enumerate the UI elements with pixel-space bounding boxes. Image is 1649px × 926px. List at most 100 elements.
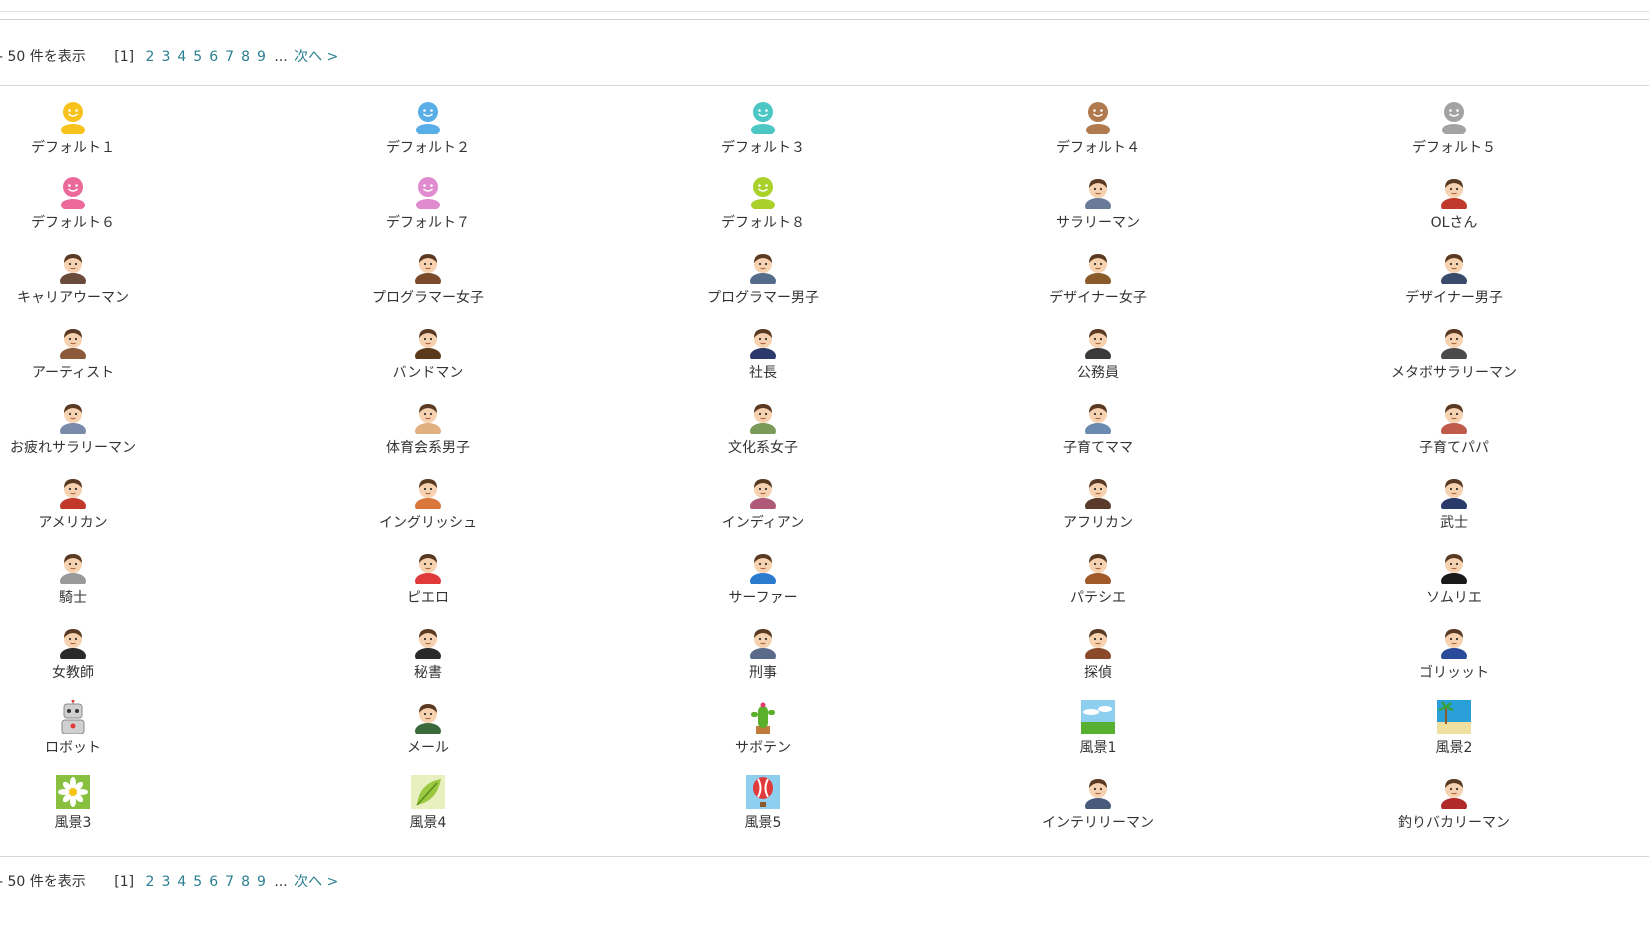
avatar-option[interactable]: ピエロ xyxy=(328,550,528,624)
avatar-option[interactable]: アーティスト xyxy=(0,325,173,399)
avatar-label: インディアン xyxy=(721,515,805,531)
detective-cop-icon xyxy=(663,625,863,659)
avatar-option[interactable]: 風景1 xyxy=(998,700,1198,774)
avatar-option[interactable]: 女教師 xyxy=(0,625,173,699)
page-link[interactable]: 2 xyxy=(146,871,155,893)
page-ellipsis: ... xyxy=(274,49,288,65)
avatar-label: 子育てパパ xyxy=(1419,440,1489,456)
page-link[interactable]: 2 xyxy=(146,46,155,68)
avatar-option[interactable]: 探偵 xyxy=(998,625,1198,699)
avatar-option[interactable]: インディアン xyxy=(663,475,863,549)
avatar-label: 騎士 xyxy=(59,590,87,606)
page-link[interactable]: 4 xyxy=(177,871,186,893)
avatar-option[interactable]: プログラマー男子 xyxy=(663,250,863,324)
avatar-option[interactable]: サラリーマン xyxy=(998,175,1198,249)
avatar-option[interactable]: メール xyxy=(328,700,528,774)
avatar-option[interactable]: デフォルト７ xyxy=(328,175,528,249)
smiley-teal-icon xyxy=(663,100,863,134)
avatar-label: サボテン xyxy=(735,740,791,756)
page-link[interactable]: 9 xyxy=(257,871,266,893)
avatar-option[interactable]: お疲れサラリーマン xyxy=(0,400,173,474)
next-page-link[interactable]: 次へ > xyxy=(294,874,338,890)
page-link[interactable]: 6 xyxy=(209,871,218,893)
sommelier-icon xyxy=(1354,550,1554,584)
avatar-label: アメリカン xyxy=(38,515,108,531)
avatar-option[interactable]: サボテン xyxy=(663,700,863,774)
page-link[interactable]: 9 xyxy=(257,46,266,68)
smiley-pink-icon xyxy=(0,175,173,209)
avatar-option[interactable]: メタボサラリーマン xyxy=(1354,325,1554,399)
avatar-option[interactable]: アメリカン xyxy=(0,475,173,549)
avatar-option[interactable]: 社長 xyxy=(663,325,863,399)
avatar-label: イングリッシュ xyxy=(379,515,477,531)
avatar-option[interactable]: 刑事 xyxy=(663,625,863,699)
pager-bottom: - 50 件を表示 [1] 23456789 ... 次へ > xyxy=(0,871,338,893)
page-link[interactable]: 7 xyxy=(225,871,234,893)
avatar-option[interactable]: OLさん xyxy=(1354,175,1554,249)
avatar-option[interactable]: デザイナー男子 xyxy=(1354,250,1554,324)
avatar-option[interactable]: 武士 xyxy=(1354,475,1554,549)
avatar-option[interactable]: 風景2 xyxy=(1354,700,1554,774)
avatar-option[interactable]: プログラマー女子 xyxy=(328,250,528,324)
page-link[interactable]: 5 xyxy=(193,871,202,893)
avatar-option[interactable]: 公務員 xyxy=(998,325,1198,399)
intelligent-salaryman-icon xyxy=(998,775,1198,809)
avatar-option[interactable]: デフォルト３ xyxy=(663,100,863,174)
smiley-gray-icon xyxy=(1354,100,1554,134)
avatar-option[interactable]: ソムリエ xyxy=(1354,550,1554,624)
avatar-option[interactable]: イングリッシュ xyxy=(328,475,528,549)
avatar-option[interactable]: バンドマン xyxy=(328,325,528,399)
page-link[interactable]: 3 xyxy=(161,46,170,68)
cultural-girl-icon xyxy=(663,400,863,434)
avatar-option[interactable]: デフォルト４ xyxy=(998,100,1198,174)
avatar-option[interactable]: 子育てパパ xyxy=(1354,400,1554,474)
avatar-option[interactable]: 釣りバカリーマン xyxy=(1354,775,1554,849)
avatar-option[interactable]: デフォルト８ xyxy=(663,175,863,249)
avatar-label: 秘書 xyxy=(414,665,442,681)
samurai-icon xyxy=(1354,475,1554,509)
cactus-icon xyxy=(663,700,863,734)
avatar-option[interactable]: 風景3 xyxy=(0,775,173,849)
page-link[interactable]: 7 xyxy=(225,46,234,68)
avatar-option[interactable]: 風景4 xyxy=(328,775,528,849)
avatar-option[interactable]: 秘書 xyxy=(328,625,528,699)
avatar-option[interactable]: デフォルト１ xyxy=(0,100,173,174)
avatar-option[interactable]: 体育会系男子 xyxy=(328,400,528,474)
avatar-label: プログラマー女子 xyxy=(372,290,484,306)
smiley-blue-icon xyxy=(328,100,528,134)
next-page-link[interactable]: 次へ > xyxy=(294,49,338,65)
page-link[interactable]: 3 xyxy=(161,871,170,893)
page-link[interactable]: 8 xyxy=(241,871,250,893)
avatar-option[interactable]: キャリアウーマン xyxy=(0,250,173,324)
avatar-option[interactable]: ゴリッット xyxy=(1354,625,1554,699)
metabo-salaryman-icon xyxy=(1354,325,1554,359)
page-link[interactable]: 4 xyxy=(177,46,186,68)
avatar-option[interactable]: デザイナー女子 xyxy=(998,250,1198,324)
avatar-label: キャリアウーマン xyxy=(17,290,129,306)
avatar-option[interactable]: アフリカン xyxy=(998,475,1198,549)
top-divider xyxy=(0,0,1649,20)
avatar-option[interactable]: 風景5 xyxy=(663,775,863,849)
avatar-option[interactable]: 子育てママ xyxy=(998,400,1198,474)
avatar-option[interactable]: 文化系女子 xyxy=(663,400,863,474)
avatar-label: アフリカン xyxy=(1063,515,1133,531)
page-link[interactable]: 8 xyxy=(241,46,250,68)
avatar-option[interactable]: デフォルト６ xyxy=(0,175,173,249)
avatar-option[interactable]: デフォルト５ xyxy=(1354,100,1554,174)
page-link[interactable]: 6 xyxy=(209,46,218,68)
robot-icon xyxy=(0,700,173,734)
avatar-option[interactable]: 騎士 xyxy=(0,550,173,624)
pager-divider-bottom xyxy=(0,856,1649,857)
designer-boy-icon xyxy=(1354,250,1554,284)
avatar-option[interactable]: サーファー xyxy=(663,550,863,624)
avatar-label: ソムリエ xyxy=(1426,590,1482,606)
avatar-option[interactable]: デフォルト２ xyxy=(328,100,528,174)
page-link[interactable]: 5 xyxy=(193,46,202,68)
avatar-option[interactable]: インテリリーマン xyxy=(998,775,1198,849)
female-teacher-icon xyxy=(0,625,173,659)
knight-icon xyxy=(0,550,173,584)
avatar-option[interactable]: ロボット xyxy=(0,700,173,774)
landscape-field-icon xyxy=(998,700,1198,734)
avatar-option[interactable]: パテシエ xyxy=(998,550,1198,624)
avatar-label: 釣りバカリーマン xyxy=(1398,815,1510,831)
